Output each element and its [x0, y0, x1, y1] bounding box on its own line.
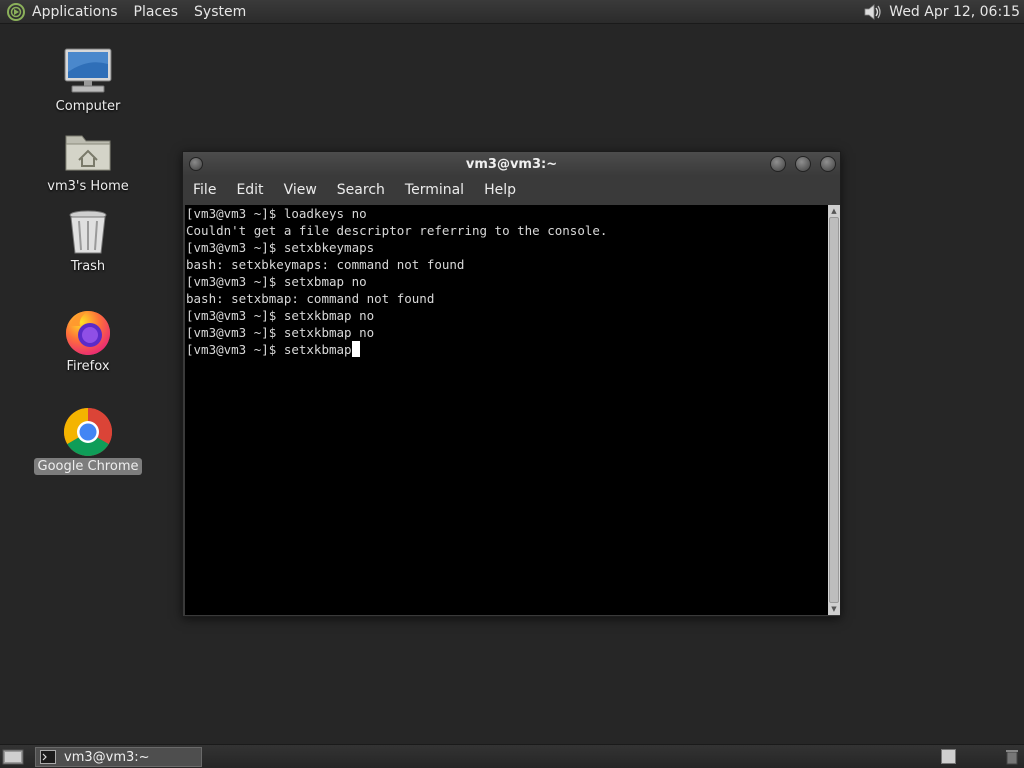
menu-view[interactable]: View	[284, 182, 317, 198]
terminal-line: [vm3@vm3 ~]$ loadkeys no	[186, 206, 367, 221]
window-menu-button[interactable]	[189, 157, 203, 171]
workspace-switcher[interactable]	[941, 749, 956, 764]
scroll-down-arrow-icon[interactable]: ▼	[828, 603, 840, 615]
scrollbar-thumb[interactable]	[829, 217, 839, 603]
desktop-icon-trash[interactable]: Trash	[33, 206, 143, 275]
terminal-scrollbar[interactable]: ▲ ▼	[828, 205, 840, 615]
terminal-line: [vm3@vm3 ~]$ setxbkeymaps	[186, 240, 375, 255]
desktop-icon-label: Firefox	[66, 359, 110, 374]
menu-help[interactable]: Help	[484, 182, 516, 198]
terminal-line: [vm3@vm3 ~]$ setxbmap no	[186, 274, 367, 289]
terminal-line: [vm3@vm3 ~]$ setxkbmap no	[186, 308, 375, 323]
distro-logo-icon[interactable]	[6, 2, 26, 22]
window-title: vm3@vm3:~	[465, 156, 558, 172]
desktop-icon-label: Google Chrome	[33, 458, 143, 475]
terminal-icon	[40, 750, 56, 764]
desktop-icon-home[interactable]: vm3's Home	[33, 126, 143, 195]
firefox-icon	[66, 311, 110, 355]
trash-icon	[69, 210, 107, 254]
terminal-window: vm3@vm3:~ File Edit View Search Terminal…	[182, 151, 841, 617]
desktop-icon-firefox[interactable]: Firefox	[33, 306, 143, 375]
volume-icon[interactable]	[861, 1, 883, 23]
menu-terminal[interactable]: Terminal	[405, 182, 464, 198]
panel-tray: Wed Apr 12, 06:15	[861, 0, 1020, 24]
terminal-line: Couldn't get a file descriptor referring…	[186, 223, 608, 238]
text-cursor	[351, 341, 360, 357]
trash-applet-icon[interactable]	[1003, 748, 1021, 766]
window-controls	[761, 156, 836, 172]
menu-search[interactable]: Search	[337, 182, 385, 198]
close-button[interactable]	[820, 156, 836, 172]
top-panel: Applications Places System Wed Apr 12, 0…	[0, 0, 1024, 24]
terminal-line: bash: setxbmap: command not found	[186, 291, 435, 306]
desktop-icon-label: Computer	[55, 99, 121, 114]
chrome-icon	[63, 408, 113, 457]
terminal-line: bash: setxbkeymaps: command not found	[186, 257, 465, 272]
minimize-button[interactable]	[770, 156, 786, 172]
terminal-current-input: [vm3@vm3 ~]$ setxkbmap	[186, 342, 352, 357]
maximize-button[interactable]	[795, 156, 811, 172]
clock[interactable]: Wed Apr 12, 06:15	[889, 4, 1020, 20]
terminal-prompt-line: [vm3@vm3 ~]$ setxkbmap	[185, 341, 828, 358]
terminal-line: [vm3@vm3 ~]$ setxkbmap no	[186, 325, 375, 340]
window-titlebar[interactable]: vm3@vm3:~	[183, 152, 840, 176]
computer-icon	[64, 48, 112, 93]
desktop-icon-computer[interactable]: Computer	[33, 46, 143, 115]
taskbar-button-label: vm3@vm3:~	[64, 749, 150, 765]
desktop-icon-chrome[interactable]: Google Chrome	[33, 406, 143, 475]
places-menu[interactable]: Places	[134, 4, 179, 20]
desktop-icon-label: vm3's Home	[47, 179, 129, 194]
taskbar-button-terminal[interactable]: vm3@vm3:~	[35, 747, 202, 767]
system-menu[interactable]: System	[194, 4, 246, 20]
menu-file[interactable]: File	[193, 182, 216, 198]
desktop-icon-label: Trash	[70, 259, 106, 274]
scroll-up-arrow-icon[interactable]: ▲	[828, 205, 840, 217]
terminal-output[interactable]: [vm3@vm3 ~]$ loadkeys no Couldn't get a …	[185, 205, 828, 615]
bottom-panel: vm3@vm3:~	[0, 744, 1024, 768]
home-folder-icon	[65, 135, 111, 171]
applications-menu[interactable]: Applications	[32, 4, 118, 20]
terminal-menubar: File Edit View Search Terminal Help	[183, 176, 840, 204]
menu-edit[interactable]: Edit	[236, 182, 263, 198]
show-desktop-icon[interactable]	[2, 748, 24, 766]
